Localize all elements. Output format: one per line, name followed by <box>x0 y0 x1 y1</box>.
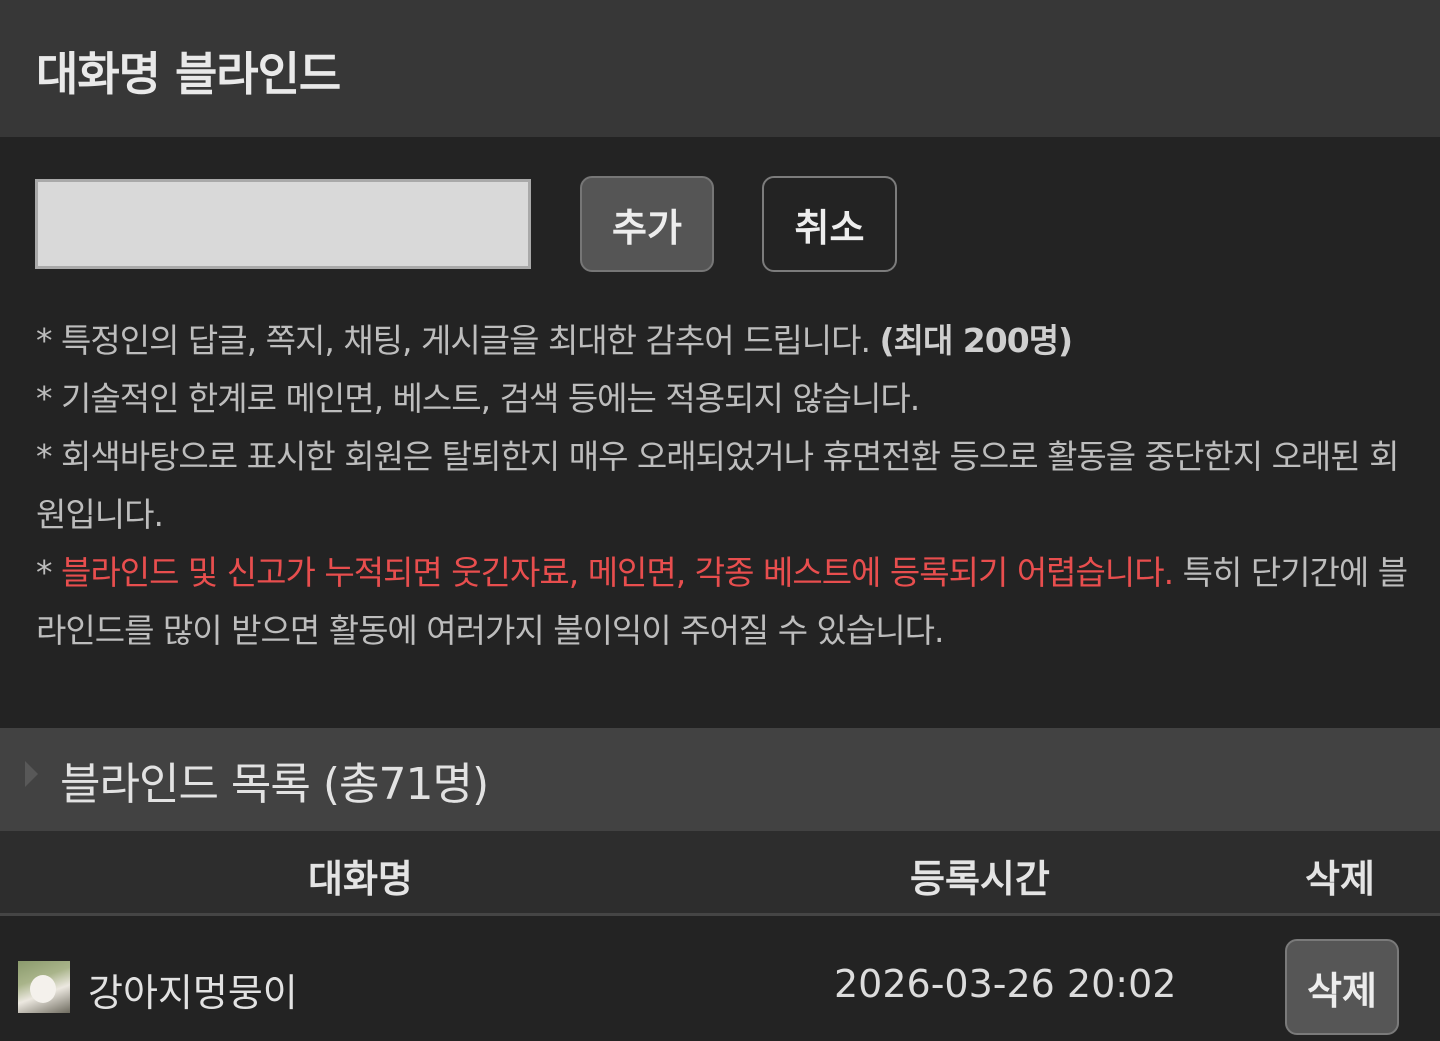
cancel-button[interactable]: 취소 <box>762 176 897 272</box>
delete-button[interactable]: 삭제 <box>1285 939 1399 1035</box>
table-header <box>0 831 1440 916</box>
notice-line-1: * 특정인의 답글, 쪽지, 채팅, 게시글을 최대한 감추어 드립니다. (최… <box>36 321 1074 360</box>
nickname-input[interactable] <box>35 179 531 269</box>
column-header-delete: 삭제 <box>1305 857 1375 901</box>
blind-list-title: 블라인드 목록 (총71명) <box>60 759 489 810</box>
add-button[interactable]: 추가 <box>580 176 714 272</box>
max-count-note: (최대 200명) <box>879 321 1074 360</box>
expand-triangle-icon <box>25 761 38 787</box>
page-header: 대화명 블라인드 <box>0 0 1440 137</box>
notice-text: * 특정인의 답글, 쪽지, 채팅, 게시글을 최대한 감추어 드립니다. (최… <box>36 312 1426 660</box>
avatar <box>18 961 70 1013</box>
notice-line-2: * 기술적인 한계로 메인면, 베스트, 검색 등에는 적용되지 않습니다. <box>36 379 920 418</box>
column-header-name: 대화명 <box>308 857 413 901</box>
row-nickname[interactable]: 강아지멍뭉이 <box>88 962 298 1017</box>
warning-text: 블라인드 및 신고가 누적되면 웃긴자료, 메인면, 각종 베스트에 등록되기 … <box>61 553 1174 592</box>
notice-line-4: * 블라인드 및 신고가 누적되면 웃긴자료, 메인면, 각종 베스트에 등록되… <box>36 553 1408 650</box>
row-registered-time: 2026-03-26 20:02 <box>834 962 1177 1006</box>
page-title: 대화명 블라인드 <box>36 47 341 101</box>
column-header-time: 등록시간 <box>910 857 1050 901</box>
notice-line-3: * 회색바탕으로 표시한 회원은 탈퇴한지 매우 오래되었거나 휴면전환 등으로… <box>36 437 1400 534</box>
